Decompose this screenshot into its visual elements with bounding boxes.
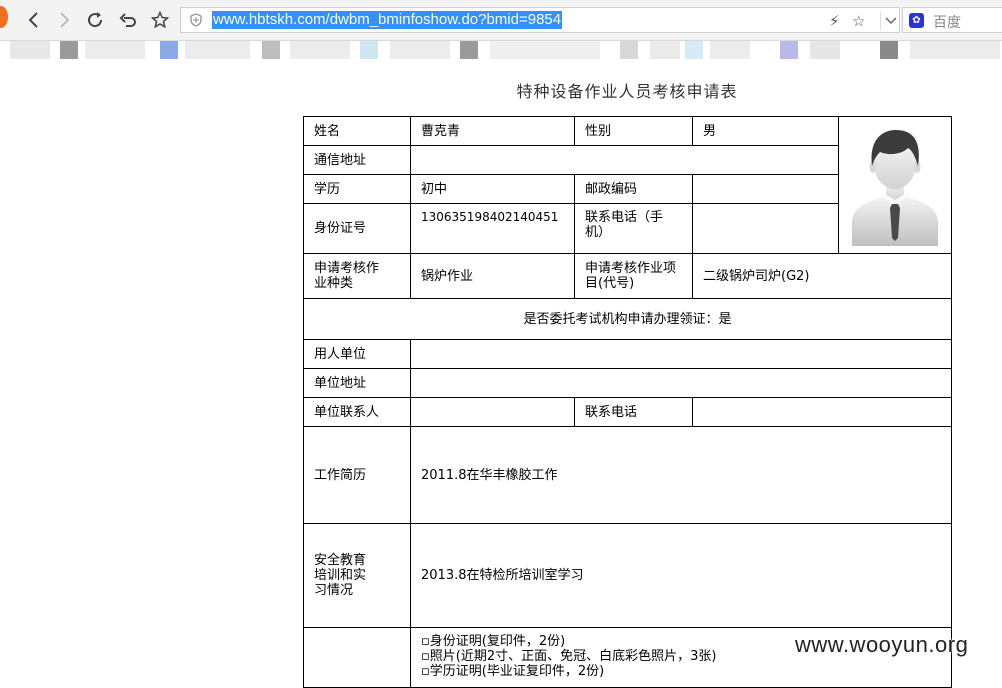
phone-label: 联系电话（手机）	[574, 203, 693, 254]
id-label: 身份证号	[303, 203, 411, 254]
employer-label: 用人单位	[303, 339, 411, 369]
postcode-label: 邮政编码	[574, 174, 693, 204]
bookmark-item[interactable]	[810, 41, 840, 59]
watermark: www.wooyun.org	[795, 632, 969, 657]
category-value: 锅炉作业	[410, 253, 575, 299]
table-row: 用人单位	[303, 339, 952, 369]
bookmark-item[interactable]	[290, 41, 350, 59]
undo-icon	[119, 13, 136, 27]
project-value: 二级锅炉司炉(G2)	[692, 253, 952, 299]
contact-phone-value	[692, 397, 952, 427]
search-box[interactable]: ✿ 百度	[902, 7, 1002, 33]
education-label: 学历	[303, 174, 411, 204]
bookmark-item[interactable]	[910, 41, 1000, 59]
contact-phone-label: 联系电话	[574, 397, 693, 427]
id-value: 130635198402140451	[410, 203, 575, 254]
bookmark-item[interactable]	[85, 41, 145, 59]
forward-button[interactable]	[52, 8, 76, 32]
bookmark-star-icon[interactable]: ☆	[852, 12, 865, 30]
shield-icon	[190, 13, 202, 27]
bookmark-item[interactable]	[10, 41, 50, 59]
entrust-statement: 是否委托考试机构申请办理领证：是	[303, 298, 952, 340]
photo-cell	[838, 116, 952, 254]
training-value: 2013.8在特检所培训室学习	[410, 523, 952, 628]
application-form-table: 姓名 曹克青 性别 男 通信地址 学历 初中 邮政编码 身份证号 1306351…	[303, 116, 952, 688]
url-text[interactable]: www.hbtskh.com/dwbm_bminfoshow.do?bmid=9…	[212, 11, 563, 29]
table-row: 单位联系人 联系电话	[303, 397, 952, 427]
browser-toolbar: www.hbtskh.com/dwbm_bminfoshow.do?bmid=9…	[0, 0, 1002, 41]
bookmark-item[interactable]	[490, 41, 600, 59]
bookmarks-bar	[0, 41, 1002, 63]
browser-logo-icon	[0, 6, 8, 28]
back-button[interactable]	[22, 8, 46, 32]
gender-value: 男	[692, 116, 839, 146]
bookmark-item[interactable]	[390, 41, 450, 59]
project-label: 申请考核作业项目(代号)	[574, 253, 693, 299]
documents-label-cell	[303, 627, 411, 688]
baidu-paw-icon: ✿	[909, 13, 924, 28]
table-row: 姓名 曹克青 性别 男	[303, 116, 952, 254]
employer-address-label: 单位地址	[303, 368, 411, 398]
employer-address-value	[410, 368, 952, 398]
favorite-button[interactable]	[148, 8, 172, 32]
chevron-down-icon[interactable]	[880, 12, 897, 30]
reload-icon	[88, 12, 103, 28]
document-item: ▫学历证明(毕业证复印件，2份)	[421, 664, 605, 679]
gender-label: 性别	[574, 116, 693, 146]
reload-button[interactable]	[83, 8, 107, 32]
bookmark-item[interactable]	[650, 41, 680, 59]
training-label: 安全教育培训和实习情况	[303, 523, 411, 628]
star-icon	[151, 11, 169, 29]
bookmark-item[interactable]	[710, 41, 750, 59]
back-arrow-icon	[28, 12, 38, 28]
lightning-icon[interactable]: ⚡	[829, 12, 840, 30]
address-value	[410, 145, 839, 175]
table-row: 是否委托考试机构申请办理领证：是	[303, 298, 952, 340]
employer-value	[410, 339, 952, 369]
table-row: 单位地址	[303, 368, 952, 398]
education-value: 初中	[410, 174, 575, 204]
bookmark-item[interactable]	[360, 41, 378, 59]
avatar-icon	[852, 130, 938, 246]
bookmark-item[interactable]	[185, 41, 250, 59]
postcode-value	[692, 174, 839, 204]
bookmark-item[interactable]	[160, 41, 178, 59]
name-label: 姓名	[303, 116, 411, 146]
bookmark-item[interactable]	[685, 41, 703, 59]
page-title: 特种设备作业人员考核申请表	[516, 82, 738, 101]
bookmark-item[interactable]	[460, 41, 478, 59]
forward-arrow-icon	[60, 12, 70, 28]
address-label: 通信地址	[303, 145, 411, 175]
bookmark-item[interactable]	[60, 41, 78, 59]
address-bar[interactable]: www.hbtskh.com/dwbm_bminfoshow.do?bmid=9…	[180, 7, 900, 33]
table-row: 申请考核作业种类 锅炉作业 申请考核作业项目(代号) 二级锅炉司炉(G2)	[303, 253, 952, 299]
bookmark-item[interactable]	[880, 41, 898, 59]
contact-person-label: 单位联系人	[303, 397, 411, 427]
work-history-label: 工作简历	[303, 426, 411, 524]
category-label: 申请考核作业种类	[303, 253, 411, 299]
bookmark-item[interactable]	[780, 41, 798, 59]
undo-close-button[interactable]	[116, 8, 140, 32]
search-input[interactable]: 百度	[933, 12, 961, 32]
bookmark-item[interactable]	[620, 41, 638, 59]
name-value: 曹克青	[410, 116, 575, 146]
phone-value	[692, 203, 839, 254]
work-history-value: 2011.8在华丰橡胶工作	[410, 426, 952, 524]
contact-person-value	[410, 397, 575, 427]
table-row: 安全教育培训和实习情况 2013.8在特检所培训室学习	[303, 523, 952, 628]
table-row: 工作简历 2011.8在华丰橡胶工作	[303, 426, 952, 524]
bookmark-item[interactable]	[262, 41, 280, 59]
